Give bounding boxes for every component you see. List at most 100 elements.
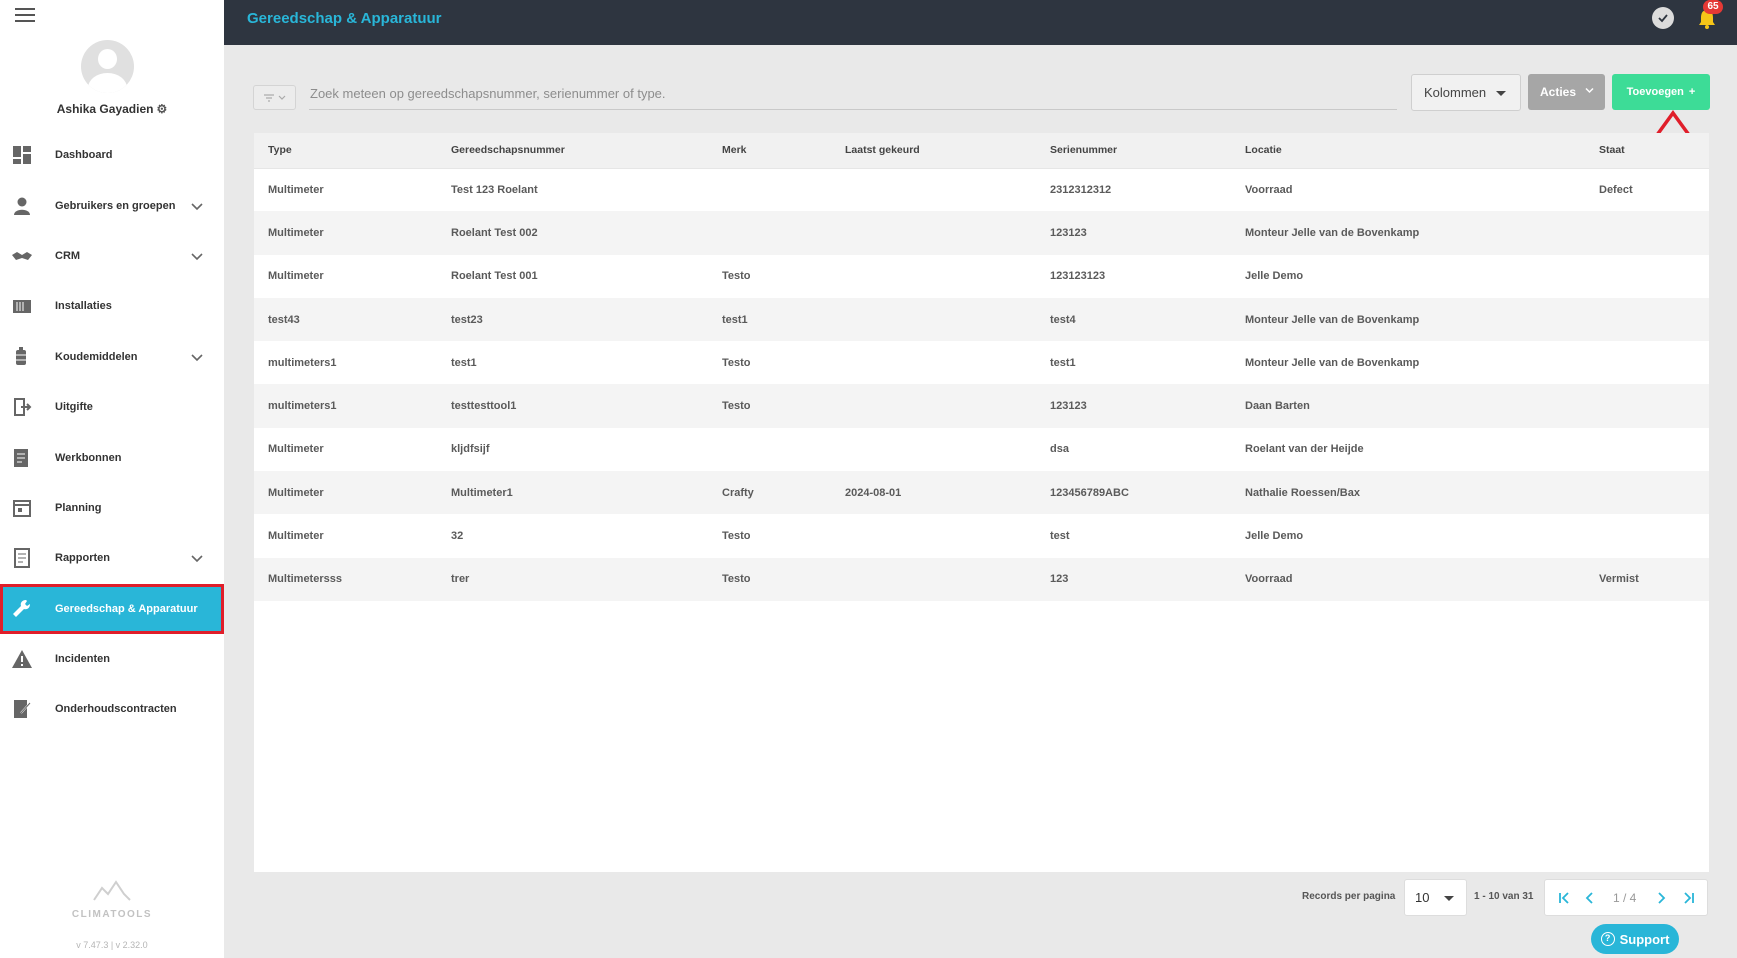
table-row[interactable]: multimeters1 test1 Testo test1 Monteur Jelle… (254, 341, 1709, 384)
actions-button[interactable]: Acties (1528, 74, 1605, 110)
table-cell (1585, 514, 1709, 557)
table-cell: Voorraad (1245, 183, 1293, 196)
sidebar-item-label: Onderhoudscontracten (55, 703, 177, 716)
table-row[interactable]: test43 test23 test1 test4 Monteur Jelle van … (254, 297, 1709, 342)
check-icon[interactable] (1652, 7, 1674, 29)
table-cell: Nathalie Roessen/Bax (1231, 471, 1585, 515)
search-input[interactable] (309, 78, 1397, 110)
table-cell: Roelant Test 002 (437, 211, 708, 255)
table-row[interactable]: Multimeter kljdfsijf dsa Roelant van der He… (254, 428, 1709, 471)
table-cell: 123 (1036, 557, 1231, 601)
chevron-down-icon (278, 95, 286, 100)
first-page-icon[interactable] (1557, 890, 1573, 906)
table-cell: Monteur Jelle van de Bovenkamp (1245, 356, 1420, 369)
table-cell: multimeters1 (268, 356, 337, 369)
sidebar-item-installaties[interactable]: Installaties (0, 281, 224, 331)
chevron-down-icon[interactable] (190, 249, 204, 263)
sidebar-item-rapporten[interactable]: Rapporten (0, 533, 224, 583)
column-header[interactable]: Laatst gekeurd (831, 133, 1036, 169)
table-cell: test1 (1050, 356, 1076, 369)
last-page-icon[interactable] (1680, 890, 1696, 906)
sidebar-item-label: Gebruikers en groepen (55, 199, 176, 212)
previous-page-icon[interactable] (1582, 890, 1598, 906)
filter-icon (264, 93, 274, 102)
add-button[interactable]: Toevoegen + (1612, 74, 1710, 110)
columns-button[interactable]: Kolommen (1411, 74, 1521, 111)
sidebar-item-uitgifte[interactable]: Uitgifte (0, 382, 224, 432)
top-bar: Gereedschap & Apparatuur 65 (224, 0, 1737, 45)
table-row[interactable]: multimeters1 testtesttool1 Testo 123123 Daan… (254, 384, 1709, 428)
records-per-page-select[interactable]: 10 (1404, 879, 1467, 916)
table-cell (1585, 471, 1709, 515)
wrench-icon (11, 598, 33, 620)
table-cell (831, 168, 1036, 211)
column-header[interactable]: Staat (1585, 133, 1709, 169)
gear-icon[interactable]: ⚙ (156, 102, 167, 116)
question-icon: ? (1600, 932, 1615, 946)
table-cell (831, 211, 1036, 255)
chevron-down-icon[interactable] (190, 350, 204, 364)
avatar[interactable] (81, 40, 134, 93)
tools-table: Type Gereedschapsnummer Merk Laatst gekeurd… (254, 133, 1709, 601)
sidebar-item-gebruikers-en-groepen[interactable]: Gebruikers en groepen (0, 180, 224, 230)
chevron-down-icon[interactable] (190, 551, 204, 565)
next-page-icon[interactable] (1653, 890, 1669, 906)
table-row[interactable]: Multimeter Roelant Test 002 123123 Monteur … (254, 211, 1709, 255)
user-icon (11, 195, 33, 217)
chevron-down-icon (1585, 87, 1594, 94)
table-cell: Multimeter (254, 211, 437, 255)
page-indicator: 1 / 4 (1613, 891, 1637, 905)
table-header-row: Type Gereedschapsnummer Merk Laatst gekeurd… (254, 133, 1709, 169)
sidebar-item-koudemiddelen[interactable]: Koudemiddelen (0, 332, 224, 382)
sidebar-item-crm[interactable]: CRM (0, 231, 224, 281)
column-header[interactable]: Type (254, 133, 437, 169)
table-cell: Monteur Jelle van de Bovenkamp (1231, 211, 1585, 255)
sidebar-item-dashboard[interactable]: Dashboard (0, 130, 224, 180)
table-cell (708, 168, 831, 211)
chevron-down-icon[interactable] (190, 199, 204, 213)
table-cell (1585, 341, 1709, 384)
table-cell (1585, 384, 1709, 428)
table-row[interactable]: Multimeter Test 123 Roelant 2312312312 Voor… (254, 168, 1709, 211)
plus-icon: + (1688, 86, 1696, 98)
table-row[interactable]: Multimeter 32 Testo test Jelle Demo (254, 514, 1709, 557)
sidebar-item-planning[interactable]: Planning (0, 483, 224, 533)
warning-icon (11, 648, 33, 670)
sidebar-item-incidenten[interactable]: Incidenten (0, 634, 224, 684)
handshake-icon (11, 245, 33, 267)
column-header[interactable]: Locatie (1231, 133, 1585, 169)
table-cell: Daan Barten (1231, 384, 1585, 428)
table-cell: Monteur Jelle van de Bovenkamp (1231, 297, 1585, 342)
column-header[interactable]: Serienummer (1036, 133, 1231, 169)
column-header[interactable]: Gereedschapsnummer (437, 133, 708, 169)
sidebar-item-label: Koudemiddelen (55, 350, 138, 363)
filter-button[interactable] (253, 85, 296, 110)
column-header[interactable]: Merk (708, 133, 831, 169)
table-cell (831, 255, 1036, 298)
sidebar-nav: Dashboard Gebruikers en groepen CRM Install… (0, 130, 224, 735)
support-button[interactable]: ? Support (1591, 924, 1679, 954)
table-cell: Roelant Test 001 (451, 270, 538, 283)
table-row[interactable]: Multimeter Roelant Test 001 Testo 123123123… (254, 255, 1709, 298)
app-version: v 7.47.3 | v 2.32.0 (76, 940, 148, 950)
table-cell: dsa (1050, 443, 1069, 456)
table-row[interactable]: Multimeter Multimeter1 Crafty 2024-08-01 123… (254, 471, 1709, 515)
workorder-icon (11, 447, 33, 469)
sidebar-item-label: Installaties (55, 300, 112, 313)
dashboard-icon (11, 144, 33, 166)
sidebar-item-onderhoudscontracten[interactable]: Onderhoudscontracten (0, 684, 224, 734)
sidebar-item-gereedschap-apparatuur[interactable]: Gereedschap & Apparatuur (0, 583, 224, 634)
table-cell: kljdfsijf (451, 443, 490, 456)
sidebar-item-werkbonnen[interactable]: Werkbonnen (0, 432, 224, 482)
table-cell: Multimetersss (254, 557, 437, 601)
table-row[interactable]: Multimetersss trer Testo 123 Voorraad Vermist (254, 557, 1709, 601)
sidebar-item-label: Gereedschap & Apparatuur (55, 602, 198, 615)
table-cell: 123123 (1036, 211, 1231, 255)
hamburger-menu-icon[interactable] (15, 7, 35, 23)
table-cell (831, 557, 1036, 601)
sidebar-item-label: Planning (55, 501, 102, 514)
table-cell: test (1050, 530, 1070, 543)
table-cell: Test 123 Roelant (451, 183, 538, 196)
sidebar-item-label: Uitgifte (55, 401, 93, 414)
table-cell (708, 211, 831, 255)
